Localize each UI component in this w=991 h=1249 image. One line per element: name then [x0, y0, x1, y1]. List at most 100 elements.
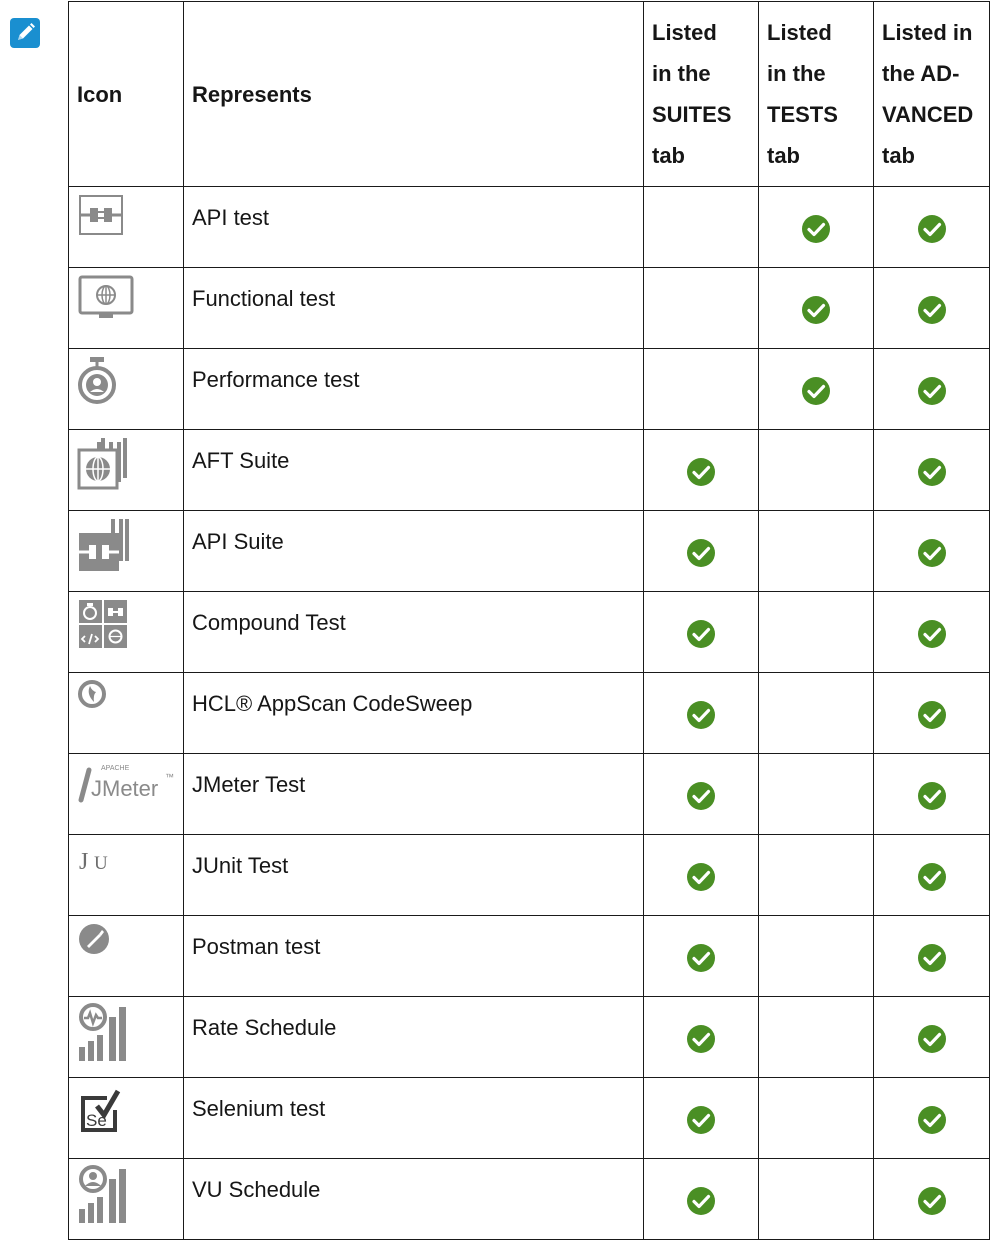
check-circle-icon: [917, 1024, 946, 1053]
icon-cell: [68, 348, 184, 430]
check-circle-icon: [917, 1186, 946, 1215]
table-row: Postman test: [68, 915, 990, 997]
represents-label: VU Schedule: [192, 1177, 321, 1202]
table-row: VU Schedule: [68, 1158, 990, 1240]
tests-cell: [758, 672, 874, 754]
check-circle-icon: [687, 781, 715, 810]
check-circle-icon: [917, 1105, 946, 1134]
represents-label: JMeter Test: [192, 772, 306, 797]
header-advanced-line: VANCED: [882, 102, 974, 127]
header-tests-line: tab: [767, 143, 800, 168]
represents-cell: AFT Suite: [183, 429, 644, 511]
represents-label: API Suite: [192, 529, 284, 554]
suites-cell: [643, 996, 759, 1078]
icon-legend-table: Icon Represents Listed in the SUITES tab…: [68, 1, 990, 1240]
represents-cell: API test: [183, 186, 644, 268]
icon-cell: [68, 510, 184, 592]
postman-icon: [77, 924, 111, 961]
selenium-logo-text: Se: [86, 1111, 107, 1130]
represents-label: Rate Schedule: [192, 1015, 337, 1040]
check-circle-icon: [687, 943, 715, 972]
header-advanced-line: the AD-: [882, 61, 960, 86]
suites-cell: [643, 1077, 759, 1159]
advanced-cell: [873, 1158, 990, 1240]
suites-cell: [643, 267, 759, 349]
junit-icon: JU: [77, 849, 123, 882]
advanced-cell: [873, 915, 990, 997]
table-row: Se Selenium test: [68, 1077, 990, 1159]
api-suite-icon: [77, 519, 133, 578]
tests-cell: [758, 267, 874, 349]
suites-cell: [643, 348, 759, 430]
suites-cell: [643, 1158, 759, 1240]
tests-cell: [758, 591, 874, 673]
header-suites-line: SUITES: [652, 102, 732, 127]
performance-test-icon: [77, 357, 117, 412]
header-suites-line: in the: [652, 61, 711, 86]
check-circle-icon: [687, 538, 715, 567]
represents-label: JUnit Test: [192, 853, 289, 878]
represents-cell: Functional test: [183, 267, 644, 349]
check-circle-icon: [917, 619, 946, 648]
icon-cell: [68, 186, 184, 268]
tests-cell: [758, 1158, 874, 1240]
table-row: Performance test: [68, 348, 990, 430]
check-circle-icon: [687, 1024, 715, 1053]
compound-test-icon: [77, 600, 129, 655]
icon-cell: [68, 672, 184, 754]
icon-cell: JU: [68, 834, 184, 916]
header-tests: Listed in the TESTS tab: [758, 1, 874, 187]
check-circle-icon: [917, 538, 946, 567]
check-circle-icon: [917, 295, 946, 324]
suites-cell: [643, 429, 759, 511]
table-row: API test: [68, 186, 990, 268]
check-circle-icon: [917, 943, 946, 972]
header-represents: Represents: [183, 1, 644, 187]
tests-cell: [758, 834, 874, 916]
header-suites: Listed in the SUITES tab: [643, 1, 759, 187]
icon-cell: Se: [68, 1077, 184, 1159]
tests-cell: [758, 753, 874, 835]
represents-label: API test: [192, 205, 270, 230]
check-circle-icon: [687, 457, 715, 486]
tests-cell: [758, 348, 874, 430]
suites-cell: [643, 510, 759, 592]
check-circle-icon: [802, 295, 830, 324]
table-header-row: Icon Represents Listed in the SUITES tab…: [68, 1, 990, 187]
represents-cell: API Suite: [183, 510, 644, 592]
represents-label: Postman test: [192, 934, 321, 959]
check-circle-icon: [802, 376, 830, 405]
represents-cell: Selenium test: [183, 1077, 644, 1159]
advanced-cell: [873, 1077, 990, 1159]
header-tests-line: in the: [767, 61, 826, 86]
represents-label: Selenium test: [192, 1096, 326, 1121]
represents-cell: Performance test: [183, 348, 644, 430]
represents-cell: Postman test: [183, 915, 644, 997]
represents-cell: Rate Schedule: [183, 996, 644, 1078]
header-tests-line: TESTS: [767, 102, 838, 127]
advanced-cell: [873, 267, 990, 349]
represents-cell: JUnit Test: [183, 834, 644, 916]
advanced-cell: [873, 996, 990, 1078]
represents-label: AFT Suite: [192, 448, 290, 473]
advanced-cell: [873, 429, 990, 511]
check-circle-icon: [917, 214, 946, 243]
tests-cell: [758, 915, 874, 997]
header-suites-line: tab: [652, 143, 685, 168]
icon-cell: [68, 591, 184, 673]
check-circle-icon: [917, 700, 946, 729]
suites-cell: [643, 672, 759, 754]
tests-cell: [758, 186, 874, 268]
advanced-cell: [873, 753, 990, 835]
jmeter-icon: APACHE JMeter ™: [77, 765, 177, 809]
table-row: Rate Schedule: [68, 996, 990, 1078]
vu-schedule-icon: [77, 1165, 131, 1230]
table-row: AFT Suite: [68, 429, 990, 511]
check-circle-icon: [687, 700, 715, 729]
header-icon: Icon: [68, 1, 184, 187]
represents-label: Functional test: [192, 286, 336, 311]
icon-cell: [68, 1158, 184, 1240]
suites-cell: [643, 834, 759, 916]
advanced-cell: [873, 348, 990, 430]
table-row: J U JUnit Test: [68, 834, 990, 916]
